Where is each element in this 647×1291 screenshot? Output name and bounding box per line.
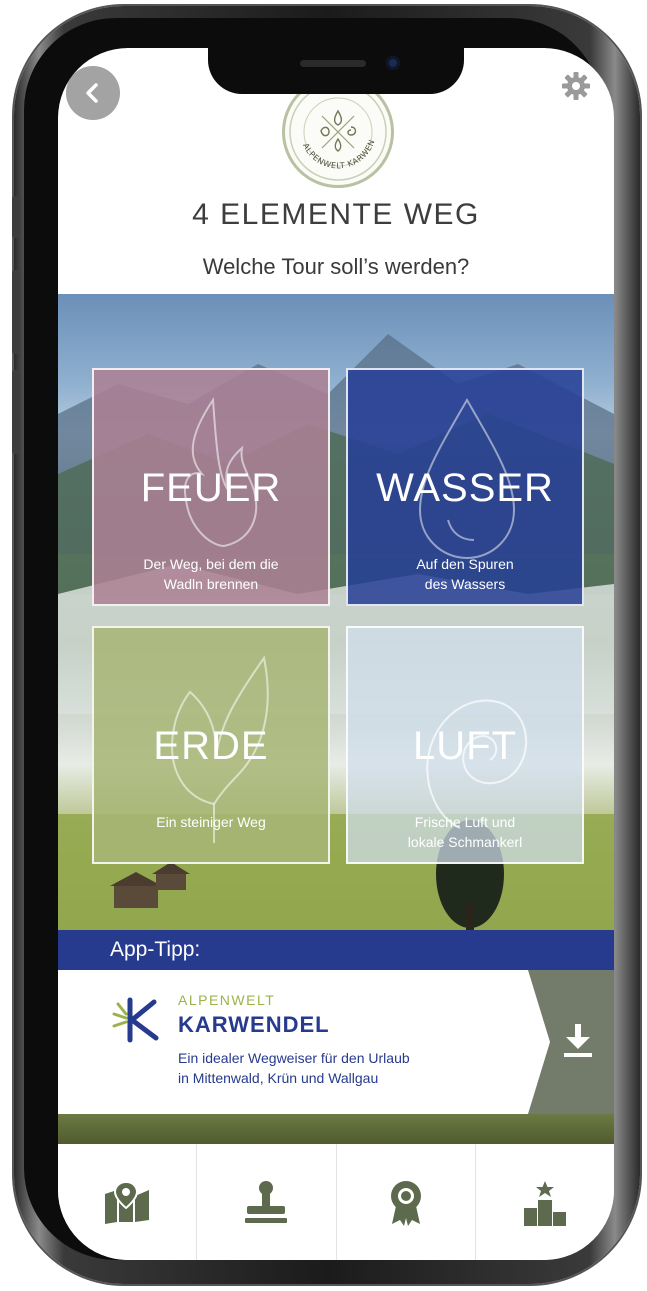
page-subtitle: Welche Tour soll’s werden? <box>202 254 470 279</box>
phone-side-button <box>12 196 20 238</box>
karwendel-logo-icon <box>112 997 159 1043</box>
tile-description-line: des Wassers <box>424 576 506 592</box>
app-tip-description-line: Ein idealer Wegweiser für den Urlaub <box>178 1050 410 1066</box>
phone-volume-down <box>12 370 20 454</box>
app-tip-description-line: in Mittenwald, Krün und Wallgau <box>178 1070 379 1086</box>
speaker-grille <box>300 60 366 67</box>
phone-notch <box>208 48 464 94</box>
nav-item-stamp[interactable] <box>197 1144 337 1260</box>
tile-title: WASSER <box>376 466 554 510</box>
tile-description-line: lokale Schmankerl <box>407 834 523 850</box>
app-tip-description: Ein idealer Wegweiser für den Urlaub in … <box>178 1048 508 1088</box>
map-pin-icon <box>105 1180 150 1224</box>
nav-item-awards[interactable] <box>337 1144 476 1260</box>
app-tip-brand-small: ALPENWELT <box>178 992 276 1008</box>
nav-item-map[interactable] <box>58 1144 198 1260</box>
gear-icon <box>562 72 590 100</box>
four-elements-logo-icon: ALPENWELT KARWENDEL <box>285 79 387 181</box>
app-tip-card[interactable]: ALPENWELT KARWENDEL Ein idealer Wegweise… <box>58 970 614 1114</box>
back-button[interactable] <box>66 66 120 120</box>
tile-title: LUFT <box>413 724 517 768</box>
app-tip-brand-name: KARWENDEL <box>178 1012 330 1037</box>
app-tip-header: App-Tipp: <box>58 930 614 970</box>
page-title: 4 ELEMENTE WEG <box>192 198 480 231</box>
ranking-podium-icon <box>523 1181 566 1226</box>
settings-button[interactable] <box>560 70 592 102</box>
tile-title: ERDE <box>153 724 269 768</box>
tile-description-line: Frische Luft und <box>414 814 516 830</box>
tile-feuer[interactable]: FEUER Der Weg, bei dem die Wadln brennen <box>92 368 330 606</box>
tile-description: Ein steiniger Weg <box>104 812 318 832</box>
tile-description: Auf den Spuren des Wassers <box>358 554 572 594</box>
tile-description-line: Wadln brennen <box>163 576 259 592</box>
tile-description: Der Weg, bei dem die Wadln brennen <box>104 554 318 594</box>
tile-description: Frische Luft und lokale Schmankerl <box>358 812 572 852</box>
meadow-strip <box>58 1114 614 1144</box>
tile-title: FEUER <box>140 466 282 510</box>
tile-wasser[interactable]: WASSER Auf den Spuren des Wassers <box>346 368 584 606</box>
tile-description-line: Der Weg, bei dem die <box>143 556 279 572</box>
tile-description-line: Auf den Spuren <box>416 556 514 572</box>
nav-item-ranking[interactable] <box>476 1144 614 1260</box>
chevron-left-icon <box>86 83 98 103</box>
award-ribbon-icon <box>390 1181 421 1226</box>
download-button-notch <box>528 970 550 1114</box>
stamp-icon <box>245 1181 288 1223</box>
bottom-navigation <box>58 1144 614 1260</box>
phone-volume-up <box>12 270 20 354</box>
tile-erde[interactable]: ERDE Ein steiniger Weg <box>92 626 330 864</box>
download-button[interactable] <box>528 970 614 1114</box>
tile-luft[interactable]: LUFT Frische Luft und lokale Schmankerl <box>346 626 584 864</box>
app-screen: ALPENWELT KARWENDEL 4 ELEMENTE WEG Welch… <box>58 48 614 1260</box>
landscape-background: FEUER Der Weg, bei dem die Wadln brennen… <box>58 294 614 930</box>
front-camera <box>386 56 400 70</box>
tile-description-line: Ein steiniger Weg <box>156 814 266 830</box>
download-icon <box>564 1024 592 1057</box>
